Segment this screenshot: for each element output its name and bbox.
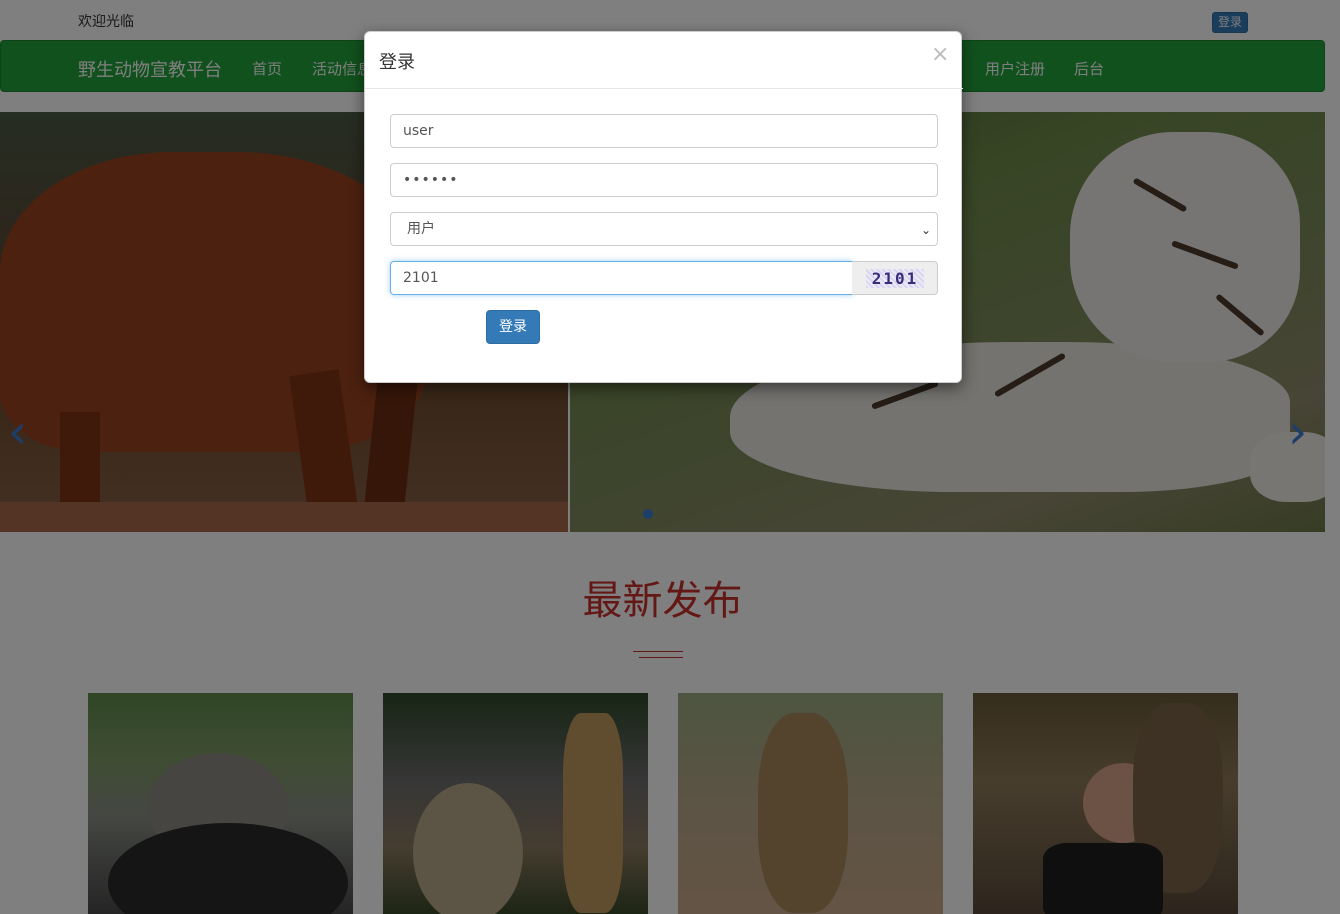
username-input[interactable]: user bbox=[390, 114, 938, 148]
modal-header: 登录 × bbox=[365, 32, 963, 89]
modal-title: 登录 bbox=[379, 52, 415, 73]
captcha-image[interactable]: 2101 bbox=[866, 269, 924, 288]
role-select-value: 用户 bbox=[407, 221, 435, 237]
captcha-input[interactable]: 2101 bbox=[390, 261, 853, 295]
chevron-down-icon: ⌄ bbox=[920, 223, 931, 237]
captcha-addon: 2101 bbox=[852, 261, 938, 295]
login-submit-button[interactable]: 登录 bbox=[486, 310, 540, 344]
close-icon[interactable]: × bbox=[931, 44, 949, 66]
role-select[interactable]: 用户 ⌄ bbox=[390, 212, 938, 246]
password-input[interactable]: •••••• bbox=[390, 163, 938, 197]
login-modal: 登录 × user •••••• 用户 ⌄ 2101 2101 登录 bbox=[364, 31, 963, 383]
